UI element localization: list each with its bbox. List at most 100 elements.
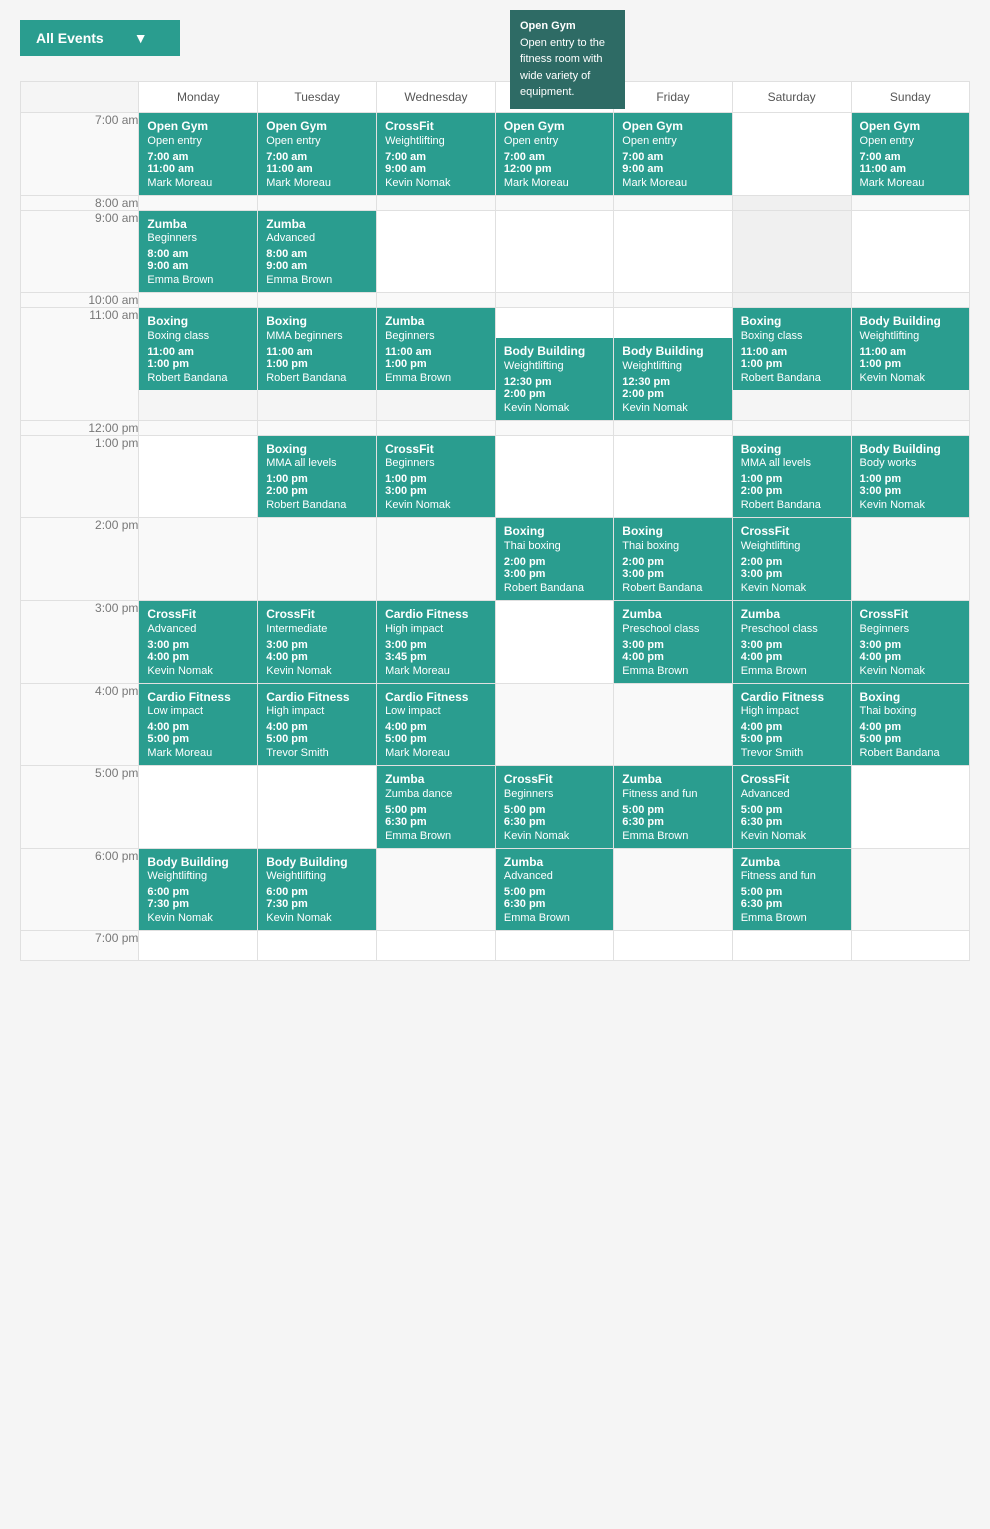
event-block[interactable]: Zumba Beginners 8:00 am9:00 am Emma Brow… xyxy=(139,211,257,293)
event-cell-wednesday-1100[interactable]: Zumba Beginners 11:00 am1:00 pm Emma Bro… xyxy=(377,308,496,421)
event-block[interactable]: Zumba Fitness and fun 5:00 pm6:30 pm Emm… xyxy=(733,849,851,931)
event-cell-sunday-100[interactable]: Body Building Body works 1:00 pm3:00 pm … xyxy=(851,435,969,518)
event-cell-friday-500[interactable]: Zumba Fitness and fun 5:00 pm6:30 pm Emm… xyxy=(614,766,732,849)
event-block[interactable]: Boxing MMA beginners 11:00 am1:00 pm Rob… xyxy=(258,308,376,390)
event-block[interactable]: Body Building Weightlifting 6:00 pm7:30 … xyxy=(258,849,376,931)
event-cell-tuesday-1100[interactable]: Boxing MMA beginners 11:00 am1:00 pm Rob… xyxy=(258,308,377,421)
event-block[interactable]: Zumba Zumba dance 5:00 pm6:30 pm Emma Br… xyxy=(377,766,495,848)
event-cell-tuesday-300[interactable]: CrossFit Intermediate 3:00 pm4:00 pm Kev… xyxy=(258,600,377,683)
event-block[interactable]: Zumba Preschool class 3:00 pm4:00 pm Emm… xyxy=(614,601,731,683)
event-block[interactable]: Cardio Fitness Low impact 4:00 pm5:00 pm… xyxy=(139,684,257,766)
event-block[interactable]: Boxing MMA all levels 1:00 pm2:00 pm Rob… xyxy=(258,436,376,518)
event-block[interactable]: CrossFit Beginners 1:00 pm3:00 pm Kevin … xyxy=(377,436,495,518)
event-cell-sunday-300[interactable]: CrossFit Beginners 3:00 pm4:00 pm Kevin … xyxy=(851,600,969,683)
event-subtitle: MMA all levels xyxy=(266,457,368,469)
event-cell-tuesday-100[interactable]: Boxing MMA all levels 1:00 pm2:00 pm Rob… xyxy=(258,435,377,518)
empty-cell xyxy=(258,195,377,210)
event-block[interactable]: Zumba Preschool class 3:00 pm4:00 pm Emm… xyxy=(733,601,851,683)
event-subtitle: Beginners xyxy=(504,788,605,800)
event-cell-friday-700[interactable]: Open Gym Open entry 7:00 am9:00 am Mark … xyxy=(614,113,732,196)
event-block[interactable]: Body Building Body works 1:00 pm3:00 pm … xyxy=(852,436,969,518)
event-times: 11:00 am1:00 pm xyxy=(147,346,249,370)
event-block[interactable]: Open Gym Open entry 7:00 am11:00 am Mark… xyxy=(139,113,257,195)
event-block[interactable]: CrossFit Beginners 3:00 pm4:00 pm Kevin … xyxy=(852,601,969,683)
event-cell-monday-600[interactable]: Body Building Weightlifting 6:00 pm7:30 … xyxy=(139,848,258,931)
event-cell-tuesday-400[interactable]: Cardio Fitness High impact 4:00 pm5:00 p… xyxy=(258,683,377,766)
event-block[interactable]: Open Gym Open entry 7:00 am12:00 pm Mark… xyxy=(496,113,613,195)
event-cell-saturday-1100[interactable]: Boxing Boxing class 11:00 am1:00 pm Robe… xyxy=(732,308,851,421)
event-cell-monday-300[interactable]: CrossFit Advanced 3:00 pm4:00 pm Kevin N… xyxy=(139,600,258,683)
event-block[interactable]: Open Gym Open entry 7:00 am9:00 am Mark … xyxy=(614,113,731,195)
event-block[interactable]: CrossFit Advanced 3:00 pm4:00 pm Kevin N… xyxy=(139,601,257,683)
event-cell-saturday-600[interactable]: Zumba Fitness and fun 5:00 pm6:30 pm Emm… xyxy=(732,848,851,931)
event-subtitle: Weightlifting xyxy=(504,360,605,372)
event-block[interactable]: Body Building Weightlifting 12:30 pm2:00… xyxy=(614,338,731,420)
event-block[interactable]: Open Gym Open entry 7:00 am11:00 am Mark… xyxy=(852,113,969,195)
all-events-dropdown[interactable]: All Events ▼ xyxy=(20,20,180,56)
event-times: 3:00 pm3:45 pm xyxy=(385,639,487,663)
event-cell-tuesday-700[interactable]: Open Gym Open entry 7:00 am11:00 am Mark… xyxy=(258,113,377,196)
event-cell-monday-700[interactable]: Open Gym Open entry 7:00 am11:00 am Mark… xyxy=(139,113,258,196)
event-block[interactable]: CrossFit Weightlifting 2:00 pm3:00 pm Ke… xyxy=(733,518,851,600)
event-cell-tuesday-600[interactable]: Body Building Weightlifting 6:00 pm7:30 … xyxy=(258,848,377,931)
event-cell-wednesday-400[interactable]: Cardio Fitness Low impact 4:00 pm5:00 pm… xyxy=(377,683,496,766)
event-cell-saturday-300[interactable]: Zumba Preschool class 3:00 pm4:00 pm Emm… xyxy=(732,600,851,683)
event-cell-saturday-200[interactable]: CrossFit Weightlifting 2:00 pm3:00 pm Ke… xyxy=(732,518,851,601)
empty-cell xyxy=(614,293,732,308)
event-cell-saturday-500[interactable]: CrossFit Advanced 5:00 pm6:30 pm Kevin N… xyxy=(732,766,851,849)
event-block[interactable]: Boxing Thai boxing 2:00 pm3:00 pm Robert… xyxy=(614,518,731,600)
event-cell-sunday-400[interactable]: Boxing Thai boxing 4:00 pm5:00 pm Robert… xyxy=(851,683,969,766)
event-block[interactable]: Zumba Fitness and fun 5:00 pm6:30 pm Emm… xyxy=(614,766,731,848)
event-block[interactable]: Cardio Fitness High impact 3:00 pm3:45 p… xyxy=(377,601,495,683)
event-subtitle: Preschool class xyxy=(622,623,723,635)
event-block[interactable]: Cardio Fitness Low impact 4:00 pm5:00 pm… xyxy=(377,684,495,766)
event-block[interactable]: Boxing Thai boxing 2:00 pm3:00 pm Robert… xyxy=(496,518,613,600)
event-block[interactable]: Zumba Beginners 11:00 am1:00 pm Emma Bro… xyxy=(377,308,495,390)
event-block[interactable]: Body Building Weightlifting 11:00 am1:00… xyxy=(852,308,969,390)
event-block[interactable]: CrossFit Beginners 5:00 pm6:30 pm Kevin … xyxy=(496,766,613,848)
event-block[interactable]: Boxing Boxing class 11:00 am1:00 pm Robe… xyxy=(733,308,851,390)
event-cell-friday-1100[interactable]: Body Building Weightlifting 12:30 pm2:00… xyxy=(614,308,732,421)
event-cell-sunday-1100[interactable]: Body Building Weightlifting 11:00 am1:00… xyxy=(851,308,969,421)
event-cell-thursday-200[interactable]: Boxing Thai boxing 2:00 pm3:00 pm Robert… xyxy=(495,518,613,601)
monday-header: Monday xyxy=(139,82,258,113)
event-block[interactable]: Cardio Fitness High impact 4:00 pm5:00 p… xyxy=(258,684,376,766)
event-instructor: Kevin Nomak xyxy=(266,912,368,924)
event-block[interactable]: Open Gym Open entry 7:00 am11:00 am Mark… xyxy=(258,113,376,195)
event-cell-sunday-700[interactable]: Open Gym Open entry 7:00 am11:00 am Mark… xyxy=(851,113,969,196)
event-cell-thursday-500[interactable]: CrossFit Beginners 5:00 pm6:30 pm Kevin … xyxy=(495,766,613,849)
event-block[interactable]: Zumba Advanced 8:00 am9:00 am Emma Brown xyxy=(258,211,376,293)
event-cell-friday-300[interactable]: Zumba Preschool class 3:00 pm4:00 pm Emm… xyxy=(614,600,732,683)
event-title: Boxing xyxy=(266,442,368,458)
event-instructor: Emma Brown xyxy=(266,274,368,286)
event-cell-monday-400[interactable]: Cardio Fitness Low impact 4:00 pm5:00 pm… xyxy=(139,683,258,766)
event-times: 3:00 pm4:00 pm xyxy=(860,639,961,663)
event-title: CrossFit xyxy=(860,607,961,623)
event-cell-thursday-600[interactable]: Zumba Advanced 5:00 pm6:30 pm Emma Brown xyxy=(495,848,613,931)
event-block[interactable]: CrossFit Weightlifting 7:00 am9:00 am Ke… xyxy=(377,113,495,195)
event-cell-wednesday-300[interactable]: Cardio Fitness High impact 3:00 pm3:45 p… xyxy=(377,600,496,683)
event-block[interactable]: Body Building Weightlifting 12:30 pm2:00… xyxy=(496,338,613,420)
event-cell-saturday-100[interactable]: Boxing MMA all levels 1:00 pm2:00 pm Rob… xyxy=(732,435,851,518)
event-title: Boxing xyxy=(622,524,723,540)
empty-cell xyxy=(851,195,969,210)
event-times: 12:30 pm2:00 pm xyxy=(622,376,723,400)
event-block[interactable]: Body Building Weightlifting 6:00 pm7:30 … xyxy=(139,849,257,931)
event-block[interactable]: CrossFit Intermediate 3:00 pm4:00 pm Kev… xyxy=(258,601,376,683)
event-cell-thursday-1100[interactable]: Body Building Weightlifting 12:30 pm2:00… xyxy=(495,308,613,421)
event-block[interactable]: CrossFit Advanced 5:00 pm6:30 pm Kevin N… xyxy=(733,766,851,848)
event-block[interactable]: Boxing MMA all levels 1:00 pm2:00 pm Rob… xyxy=(733,436,851,518)
event-cell-thursday-700[interactable]: Open Gym Open entry 7:00 am12:00 pm Mark… xyxy=(495,113,613,196)
event-block[interactable]: Zumba Advanced 5:00 pm6:30 pm Emma Brown xyxy=(496,849,613,931)
event-cell-monday-900[interactable]: Zumba Beginners 8:00 am9:00 am Emma Brow… xyxy=(139,210,258,293)
event-cell-wednesday-500[interactable]: Zumba Zumba dance 5:00 pm6:30 pm Emma Br… xyxy=(377,766,496,849)
event-block[interactable]: Boxing Thai boxing 4:00 pm5:00 pm Robert… xyxy=(852,684,969,766)
event-cell-monday-1100[interactable]: Boxing Boxing class 11:00 am1:00 pm Robe… xyxy=(139,308,258,421)
event-block[interactable]: Cardio Fitness High impact 4:00 pm5:00 p… xyxy=(733,684,851,766)
event-cell-wednesday-100[interactable]: CrossFit Beginners 1:00 pm3:00 pm Kevin … xyxy=(377,435,496,518)
event-cell-tuesday-900[interactable]: Zumba Advanced 8:00 am9:00 am Emma Brown xyxy=(258,210,377,293)
event-cell-wednesday-700[interactable]: CrossFit Weightlifting 7:00 am9:00 am Ke… xyxy=(377,113,496,196)
event-block[interactable]: Boxing Boxing class 11:00 am1:00 pm Robe… xyxy=(139,308,257,390)
event-cell-friday-200[interactable]: Boxing Thai boxing 2:00 pm3:00 pm Robert… xyxy=(614,518,732,601)
event-cell-saturday-400[interactable]: Cardio Fitness High impact 4:00 pm5:00 p… xyxy=(732,683,851,766)
